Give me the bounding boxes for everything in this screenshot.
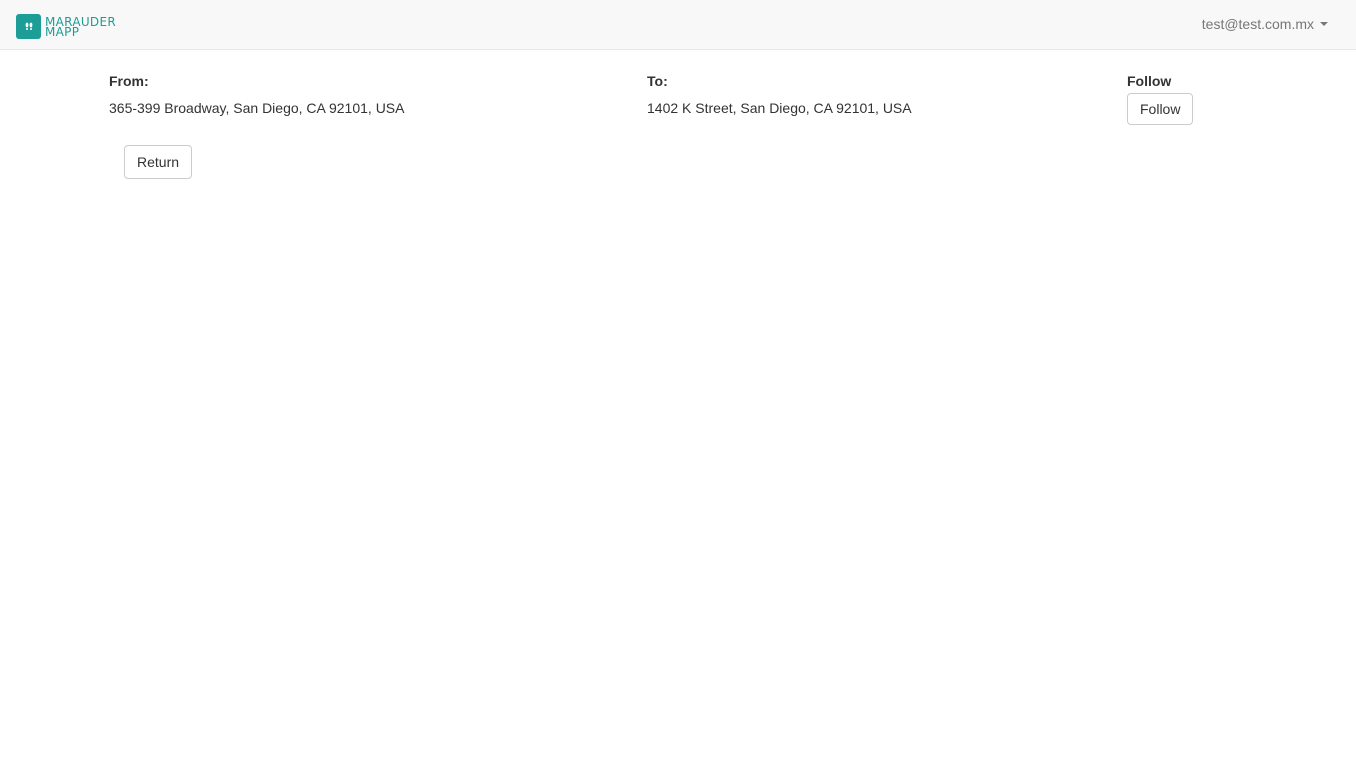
brand-wordmark: MARAUDER MAPP xyxy=(45,16,116,39)
from-label: From: xyxy=(109,73,149,89)
from-section: From: 365-399 Broadway, San Diego, CA 92… xyxy=(109,73,404,116)
footprints-icon xyxy=(16,14,41,39)
from-address: 365-399 Broadway, San Diego, CA 92101, U… xyxy=(109,100,405,116)
follow-button[interactable]: Follow xyxy=(1127,93,1194,125)
top-navbar: MARAUDER MAPP test@test.com.mx xyxy=(0,0,1356,50)
brand-logo[interactable]: MARAUDER MAPP xyxy=(16,14,116,39)
user-menu-dropdown[interactable]: test@test.com.mx xyxy=(1202,16,1328,32)
to-address: 1402 K Street, San Diego, CA 92101, USA xyxy=(647,100,912,116)
user-email: test@test.com.mx xyxy=(1201,16,1314,32)
to-section: To: 1402 K Street, San Diego, CA 92101, … xyxy=(647,73,912,116)
follow-label: Follow xyxy=(1127,73,1172,89)
return-button[interactable]: Return xyxy=(124,145,193,179)
to-label: To: xyxy=(647,73,668,89)
follow-section: Follow Follow xyxy=(1127,73,1194,125)
caret-down-icon xyxy=(1320,22,1328,26)
brand-line-2: MAPP xyxy=(45,24,80,39)
